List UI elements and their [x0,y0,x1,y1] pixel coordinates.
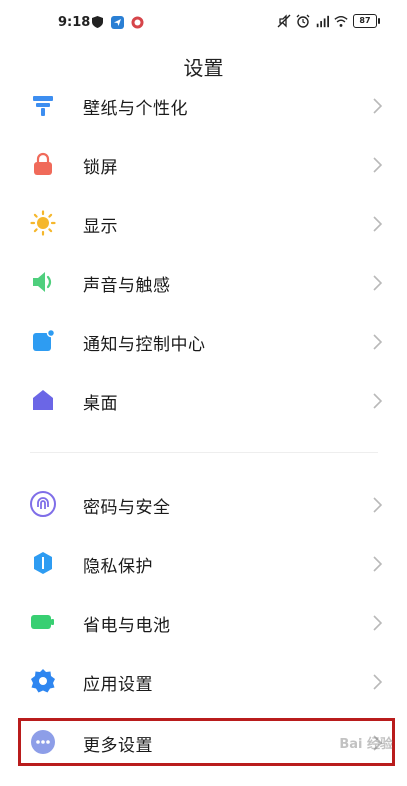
settings-item-label: 隐私保护 [83,557,153,577]
settings-item-label: 声音与触感 [83,276,171,296]
settings-item-notifications[interactable]: 通知与控制中心 [20,314,395,370]
settings-item-label: 应用设置 [83,675,153,695]
settings-item-label: 显示 [83,217,118,237]
status-time: 9:18 [58,15,91,30]
alarm-icon [296,14,310,28]
settings-item-display[interactable]: 显示 [20,196,395,252]
send-app-icon [110,15,124,29]
chevron-right-icon [373,674,383,690]
watermark: Bai 经验 [339,737,393,752]
sun-icon [30,210,56,236]
shield-status-icon [90,15,104,29]
notification-icon [30,328,56,354]
chevron-right-icon [373,157,383,173]
brush-icon [30,92,56,118]
chevron-right-icon [373,393,383,409]
settings-item-label: 通知与控制中心 [83,335,206,355]
chevron-right-icon [373,556,383,572]
settings-item-label: 密码与安全 [83,498,171,518]
signal-icon [315,14,329,28]
page-title: 设置 [183,56,224,80]
chevron-right-icon [373,216,383,232]
gear-icon [30,668,56,694]
settings-item-lockscreen[interactable]: 锁屏 [20,137,395,193]
settings-item-privacy[interactable]: 隐私保护 [20,536,395,592]
section-divider [30,452,378,453]
status-right-icons: 87 [277,14,380,28]
home-icon [30,387,56,413]
status-left-icons [90,15,144,29]
settings-item-password-security[interactable]: 密码与安全 [20,477,395,533]
speaker-icon [30,269,56,295]
settings-item-label: 壁纸与个性化 [83,99,188,119]
settings-item-label: 省电与电池 [83,616,171,636]
chevron-right-icon [373,334,383,350]
app-status-icon [130,15,144,29]
privacy-shield-icon [30,550,56,576]
settings-item-wallpaper[interactable]: 壁纸与个性化 [20,78,395,134]
chevron-right-icon [373,615,383,631]
settings-item-sound[interactable]: 声音与触感 [20,255,395,311]
chevron-right-icon [373,275,383,291]
lock-icon [30,151,56,177]
chevron-right-icon [373,98,383,114]
settings-item-battery[interactable]: 省电与电池 [20,595,395,651]
chevron-right-icon [373,497,383,513]
wifi-icon [334,14,348,28]
battery-indicator: 87 [353,14,380,28]
settings-item-label: 锁屏 [83,158,118,178]
status-bar: 9:18 87 [0,0,407,46]
mute-vibrate-icon [277,14,291,28]
settings-item-apps[interactable]: 应用设置 [20,654,395,710]
settings-item-home-screen[interactable]: 桌面 [20,373,395,429]
fingerprint-icon [30,491,56,517]
settings-item-label: 桌面 [83,394,118,414]
battery-icon [30,609,56,635]
